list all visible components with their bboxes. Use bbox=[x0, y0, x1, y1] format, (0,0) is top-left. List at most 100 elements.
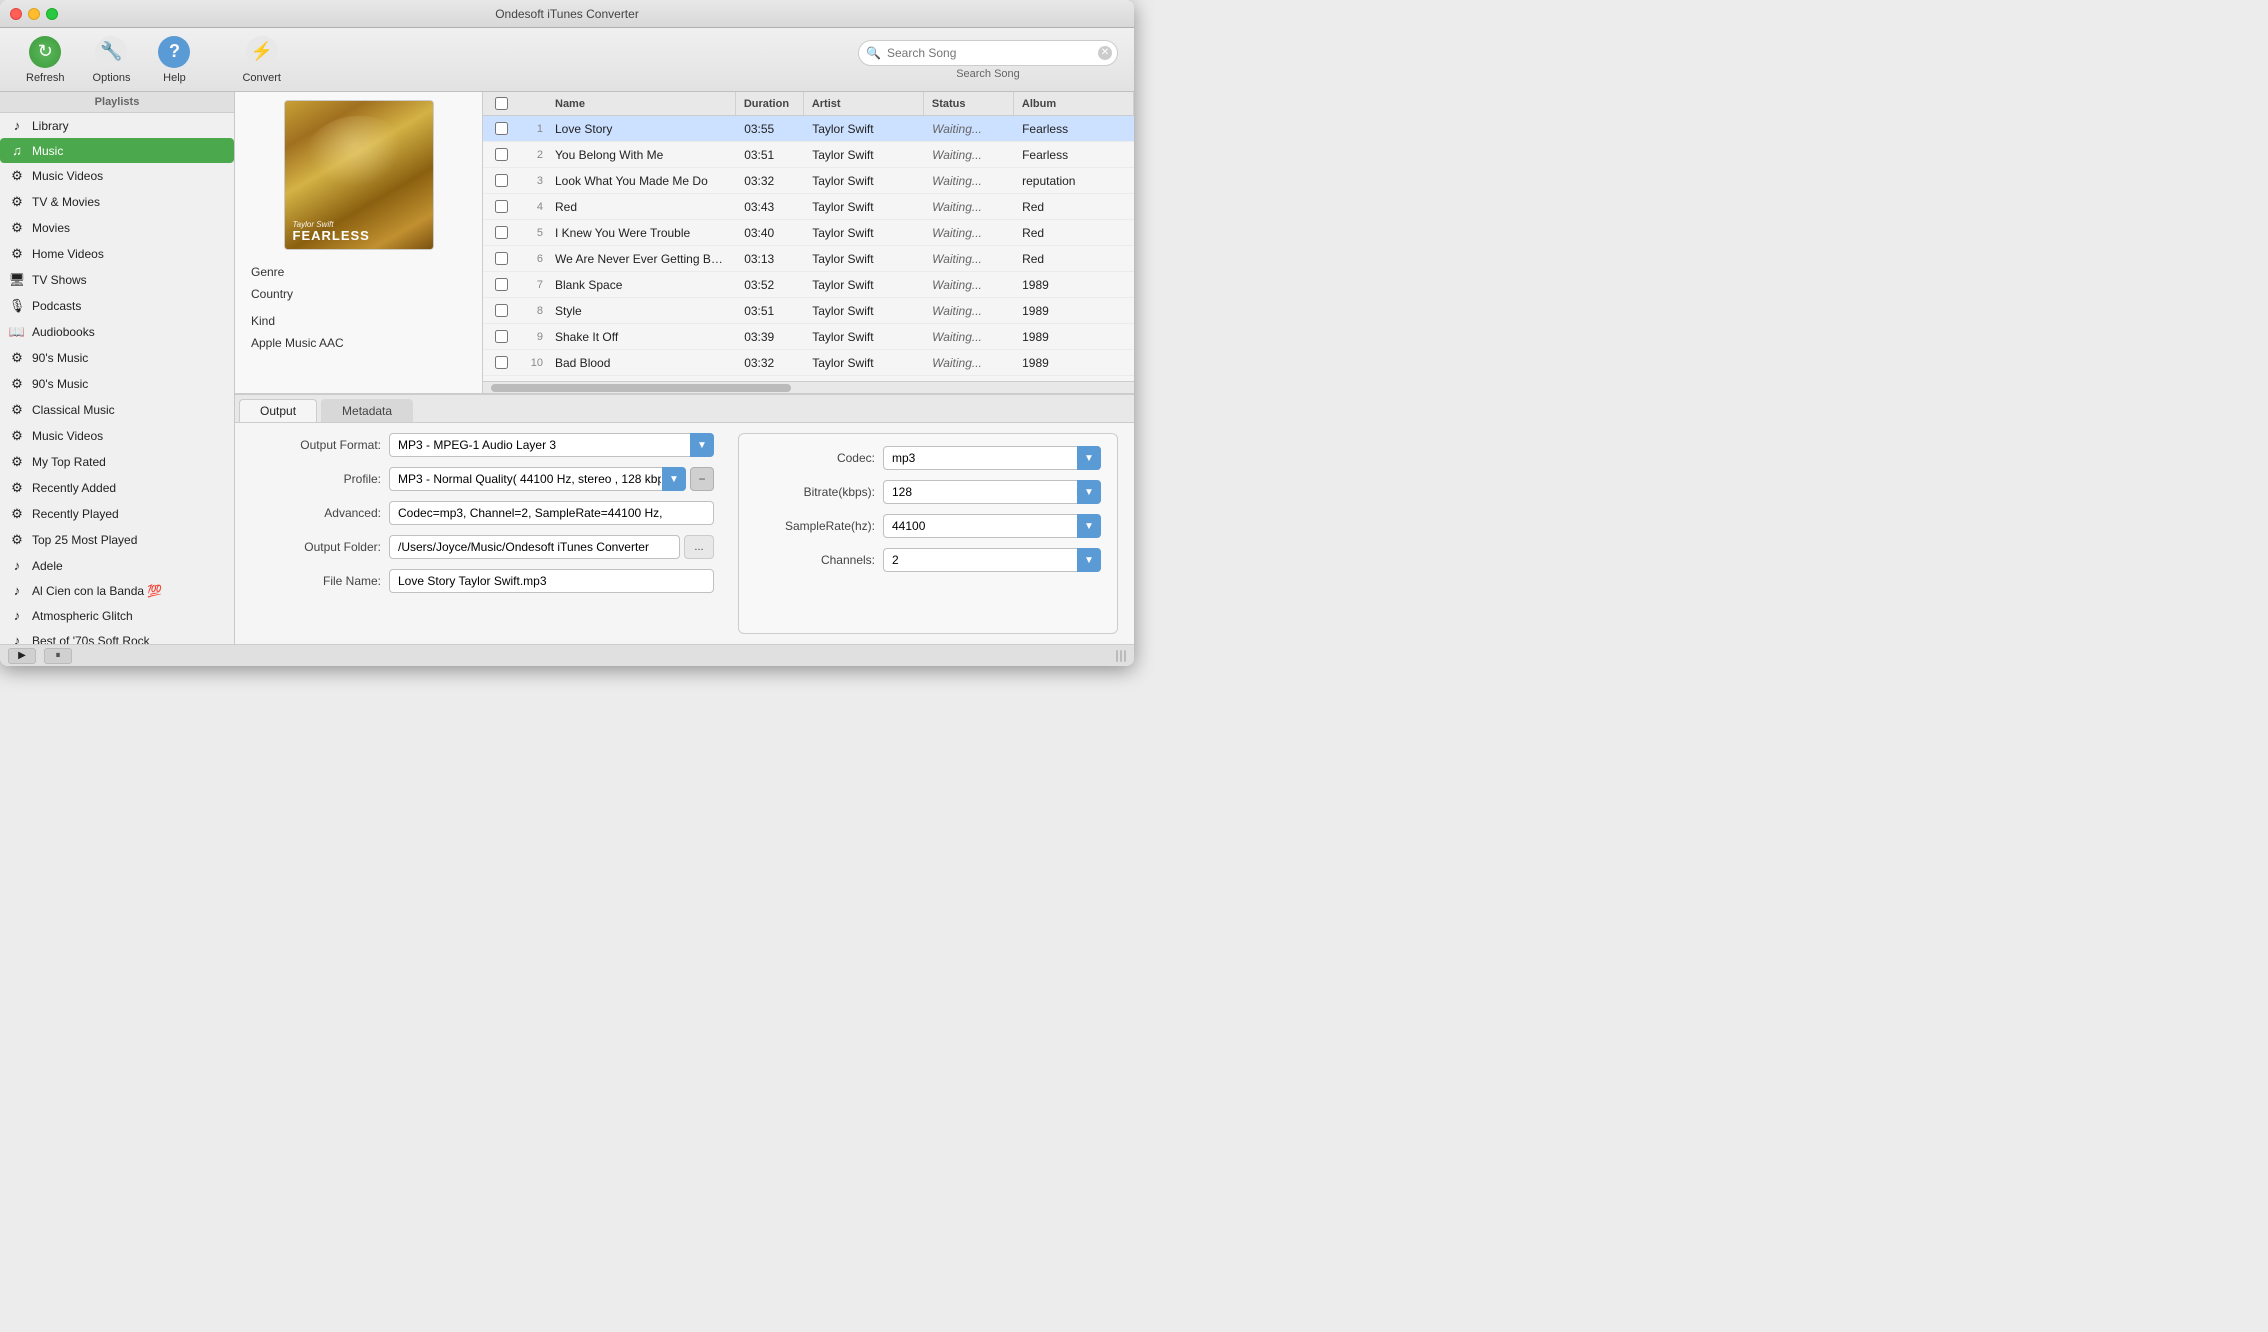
sidebar-item-music[interactable]: ♫Music bbox=[0, 138, 234, 163]
help-button[interactable]: ? Help bbox=[148, 32, 200, 88]
table-row[interactable]: 3 Look What You Made Me Do 03:32 Taylor … bbox=[483, 168, 1134, 194]
row-album: 1989 bbox=[1014, 278, 1134, 292]
bitrate-select-wrap: 128 ▼ bbox=[883, 480, 1101, 504]
row-check[interactable] bbox=[483, 252, 519, 265]
sidebar-item-movies[interactable]: ⚙Movies bbox=[0, 215, 234, 241]
sidebar-item-recently-played[interactable]: ⚙Recently Played bbox=[0, 501, 234, 527]
table-row[interactable]: 8 Style 03:51 Taylor Swift Waiting... 19… bbox=[483, 298, 1134, 324]
maximize-button[interactable] bbox=[46, 8, 58, 20]
stop-button[interactable]: ⏸ bbox=[44, 648, 72, 664]
row-check[interactable] bbox=[483, 148, 519, 161]
sidebar-item-top-25[interactable]: ⚙Top 25 Most Played bbox=[0, 527, 234, 553]
refresh-button[interactable]: ↻ Refresh bbox=[16, 32, 75, 88]
album-art-portrait: Taylor Swift FEARLESS bbox=[285, 101, 433, 249]
sidebar-icon-recently-played: ⚙ bbox=[8, 506, 26, 522]
row-checkbox[interactable] bbox=[495, 148, 508, 161]
sidebar-item-classical[interactable]: ⚙Classical Music bbox=[0, 397, 234, 423]
row-checkbox[interactable] bbox=[495, 304, 508, 317]
row-check[interactable] bbox=[483, 174, 519, 187]
table-row[interactable]: 9 Shake It Off 03:39 Taylor Swift Waitin… bbox=[483, 324, 1134, 350]
row-checkbox[interactable] bbox=[495, 356, 508, 369]
play-pause-button[interactable]: ▶ bbox=[8, 648, 36, 664]
row-check[interactable] bbox=[483, 278, 519, 291]
row-duration: 03:51 bbox=[736, 304, 804, 318]
channels-select[interactable]: 2 bbox=[883, 548, 1101, 572]
horizontal-scrollbar[interactable] bbox=[483, 381, 1134, 393]
sidebar-item-recently-added[interactable]: ⚙Recently Added bbox=[0, 475, 234, 501]
sidebar-item-music-videos[interactable]: ⚙Music Videos bbox=[0, 163, 234, 189]
row-checkbox[interactable] bbox=[495, 226, 508, 239]
table-row[interactable]: 6 We Are Never Ever Getting Back Tog... … bbox=[483, 246, 1134, 272]
row-check[interactable] bbox=[483, 330, 519, 343]
sidebar-item-90s-music-2[interactable]: ⚙90's Music bbox=[0, 371, 234, 397]
output-format-select-wrap: MP3 - MPEG-1 Audio Layer 3 ▼ bbox=[389, 433, 714, 457]
codec-select[interactable]: mp3 bbox=[883, 446, 1101, 470]
row-artist: Taylor Swift bbox=[804, 278, 924, 292]
output-folder-input[interactable] bbox=[389, 535, 680, 559]
sidebar-item-tv-shows[interactable]: 🖥TV Shows bbox=[0, 267, 234, 293]
samplerate-select[interactable]: 44100 bbox=[883, 514, 1101, 538]
h-scroll-thumb[interactable] bbox=[491, 384, 791, 392]
header-check[interactable] bbox=[483, 97, 519, 110]
sidebar-item-library[interactable]: ♪Library bbox=[0, 113, 234, 138]
sidebar-label-classical: Classical Music bbox=[32, 403, 115, 417]
row-check[interactable] bbox=[483, 226, 519, 239]
table-row[interactable]: 7 Blank Space 03:52 Taylor Swift Waiting… bbox=[483, 272, 1134, 298]
table-row[interactable]: 4 Red 03:43 Taylor Swift Waiting... Red bbox=[483, 194, 1134, 220]
row-checkbox[interactable] bbox=[495, 200, 508, 213]
sidebar-icon-music-videos: ⚙ bbox=[8, 168, 26, 184]
sidebar-icon-recently-added: ⚙ bbox=[8, 480, 26, 496]
convert-button[interactable]: ⚡ Convert bbox=[232, 32, 291, 88]
sidebar-item-best-70s[interactable]: ♪Best of '70s Soft Rock bbox=[0, 628, 234, 644]
sidebar-icon-90s-music-2: ⚙ bbox=[8, 376, 26, 392]
traffic-lights bbox=[10, 8, 58, 20]
sidebar-item-tv-movies[interactable]: ⚙TV & Movies bbox=[0, 189, 234, 215]
bitrate-row: Bitrate(kbps): 128 ▼ bbox=[755, 480, 1101, 504]
sidebar-item-al-cien[interactable]: ♪Al Cien con la Banda 💯 bbox=[0, 578, 234, 603]
sidebar-item-my-top-rated[interactable]: ⚙My Top Rated bbox=[0, 449, 234, 475]
sidebar-item-atmospheric[interactable]: ♪Atmospheric Glitch bbox=[0, 603, 234, 628]
sidebar-item-audiobooks[interactable]: 📖Audiobooks bbox=[0, 319, 234, 345]
row-checkbox[interactable] bbox=[495, 122, 508, 135]
table-row[interactable]: 5 I Knew You Were Trouble 03:40 Taylor S… bbox=[483, 220, 1134, 246]
profile-select[interactable]: MP3 - Normal Quality( 44100 Hz, stereo ,… bbox=[389, 467, 686, 491]
row-check[interactable] bbox=[483, 122, 519, 135]
browse-folder-button[interactable]: ... bbox=[684, 535, 714, 559]
sidebar-item-podcasts[interactable]: 🎙Podcasts bbox=[0, 293, 234, 319]
resize-grip[interactable] bbox=[1116, 650, 1126, 662]
options-button[interactable]: 🔧 Options bbox=[83, 32, 141, 88]
bitrate-select[interactable]: 128 bbox=[883, 480, 1101, 504]
profile-minus-button[interactable]: − bbox=[690, 467, 714, 491]
file-name-input[interactable] bbox=[389, 569, 714, 593]
search-input[interactable] bbox=[858, 40, 1118, 66]
tab-metadata[interactable]: Metadata bbox=[321, 399, 413, 422]
row-duration: 03:55 bbox=[736, 122, 804, 136]
select-all-checkbox[interactable] bbox=[495, 97, 508, 110]
row-check[interactable] bbox=[483, 304, 519, 317]
row-check[interactable] bbox=[483, 200, 519, 213]
main-window: Ondesoft iTunes Converter ↻ Refresh 🔧 Op… bbox=[0, 0, 1134, 666]
row-checkbox[interactable] bbox=[495, 330, 508, 343]
song-table: Name Duration Artist Status Album 1 Love… bbox=[483, 92, 1134, 393]
tab-output[interactable]: Output bbox=[239, 399, 317, 422]
sidebar-item-music-videos-2[interactable]: ⚙Music Videos bbox=[0, 423, 234, 449]
sidebar-item-adele[interactable]: ♪Adele bbox=[0, 553, 234, 578]
row-checkbox[interactable] bbox=[495, 252, 508, 265]
row-artist: Taylor Swift bbox=[804, 356, 924, 370]
top-area: Taylor Swift FEARLESS Genre Country Kind… bbox=[235, 92, 1134, 394]
bottom-panel: Output Metadata Output Format: MP3 - MPE… bbox=[235, 394, 1134, 644]
close-button[interactable] bbox=[10, 8, 22, 20]
output-format-select[interactable]: MP3 - MPEG-1 Audio Layer 3 bbox=[389, 433, 714, 457]
row-checkbox[interactable] bbox=[495, 174, 508, 187]
table-row[interactable]: 1 Love Story 03:55 Taylor Swift Waiting.… bbox=[483, 116, 1134, 142]
row-check[interactable] bbox=[483, 356, 519, 369]
search-clear-button[interactable]: ✕ bbox=[1098, 46, 1112, 60]
minimize-button[interactable] bbox=[28, 8, 40, 20]
table-row[interactable]: 2 You Belong With Me 03:51 Taylor Swift … bbox=[483, 142, 1134, 168]
sidebar-item-90s-music[interactable]: ⚙90's Music bbox=[0, 345, 234, 371]
table-row[interactable]: 10 Bad Blood 03:32 Taylor Swift Waiting.… bbox=[483, 350, 1134, 376]
row-checkbox[interactable] bbox=[495, 278, 508, 291]
sidebar-icon-my-top-rated: ⚙ bbox=[8, 454, 26, 470]
advanced-input[interactable] bbox=[389, 501, 714, 525]
sidebar-item-home-videos[interactable]: ⚙Home Videos bbox=[0, 241, 234, 267]
